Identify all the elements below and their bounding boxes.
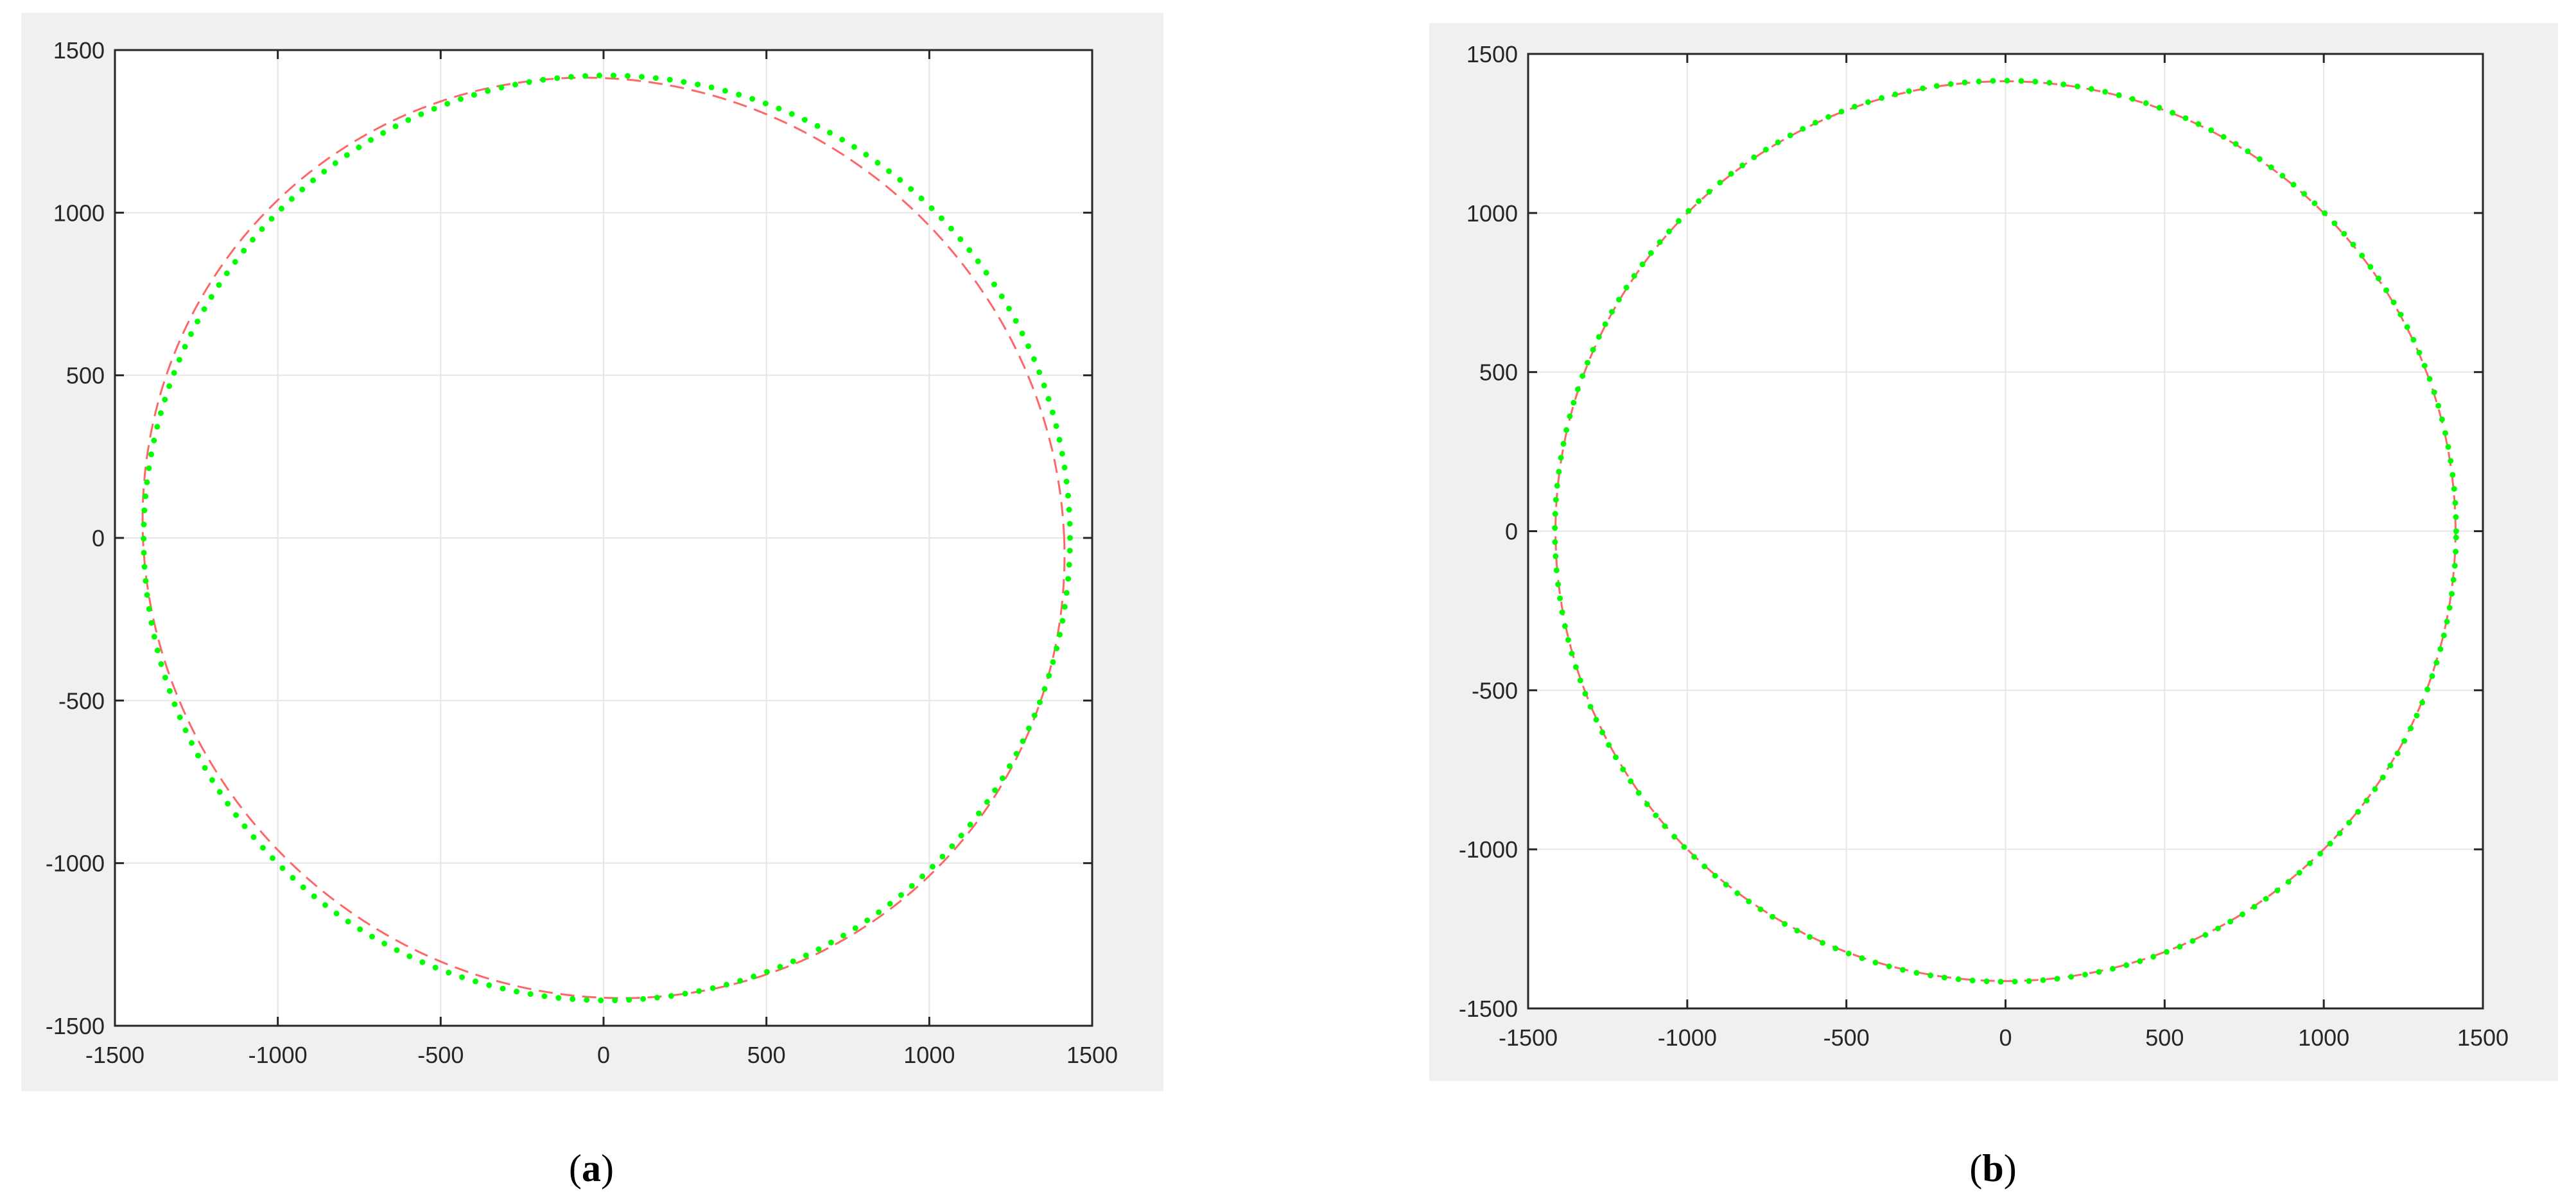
x-tick-label: 1500 <box>1066 1042 1118 1068</box>
panel-a: -1500 -1000 -500 0 500 1000 1500 -1500 -1000 -500… <box>21 13 1163 1189</box>
x-tick-label: -1000 <box>1658 1024 1717 1051</box>
x-tick-label: 500 <box>747 1042 786 1068</box>
x-tick-label: -1000 <box>248 1042 308 1068</box>
caption-paren-open: ( <box>1969 1147 1982 1189</box>
y-tick-label: -1500 <box>46 1013 105 1039</box>
figure: -1500 -1000 -500 0 500 1000 1500 -1500 -1000 -500… <box>21 13 2558 1189</box>
y-tick-label: 0 <box>1505 519 1518 545</box>
caption-paren-open: ( <box>569 1147 582 1189</box>
panel-caption: (b) <box>1969 1147 2016 1189</box>
x-tick-label: 1000 <box>903 1042 955 1068</box>
y-tick-label: -500 <box>58 687 105 714</box>
x-tick-label: -500 <box>1823 1024 1870 1051</box>
x-tick-label: 0 <box>1999 1024 2012 1051</box>
x-tick-label: -1500 <box>1499 1024 1558 1051</box>
x-tick-label: 0 <box>597 1042 610 1068</box>
y-tick-label: 1500 <box>53 37 105 64</box>
y-tick-label: 500 <box>1479 359 1518 386</box>
x-tick-label: -1500 <box>85 1042 144 1068</box>
caption-paren-close: ) <box>2004 1147 2017 1189</box>
x-tick-label: -500 <box>417 1042 464 1068</box>
y-tick-label: 1000 <box>53 200 105 226</box>
x-tick-label: 1000 <box>2298 1024 2349 1051</box>
caption-paren-close: ) <box>601 1147 614 1189</box>
caption-letter: b <box>1982 1147 2003 1189</box>
y-tick-label: -1000 <box>46 851 105 877</box>
x-tick-label: 1500 <box>2457 1024 2509 1051</box>
y-tick-label: -500 <box>1472 677 1518 704</box>
y-tick-label: 1500 <box>1466 41 1518 67</box>
caption-letter: a <box>582 1147 601 1189</box>
y-tick-label: -1500 <box>1459 996 1518 1022</box>
x-tick-label: 500 <box>2145 1024 2184 1051</box>
y-tick-label: 500 <box>66 363 105 389</box>
y-tick-label: 0 <box>92 525 105 551</box>
y-tick-label: 1000 <box>1466 200 1518 227</box>
panel-b: -1500 -1000 -500 0 500 1000 1500 -1500 -1000 -500… <box>1429 23 2558 1189</box>
y-tick-label: -1000 <box>1459 836 1518 863</box>
panel-caption: (a) <box>569 1147 614 1189</box>
